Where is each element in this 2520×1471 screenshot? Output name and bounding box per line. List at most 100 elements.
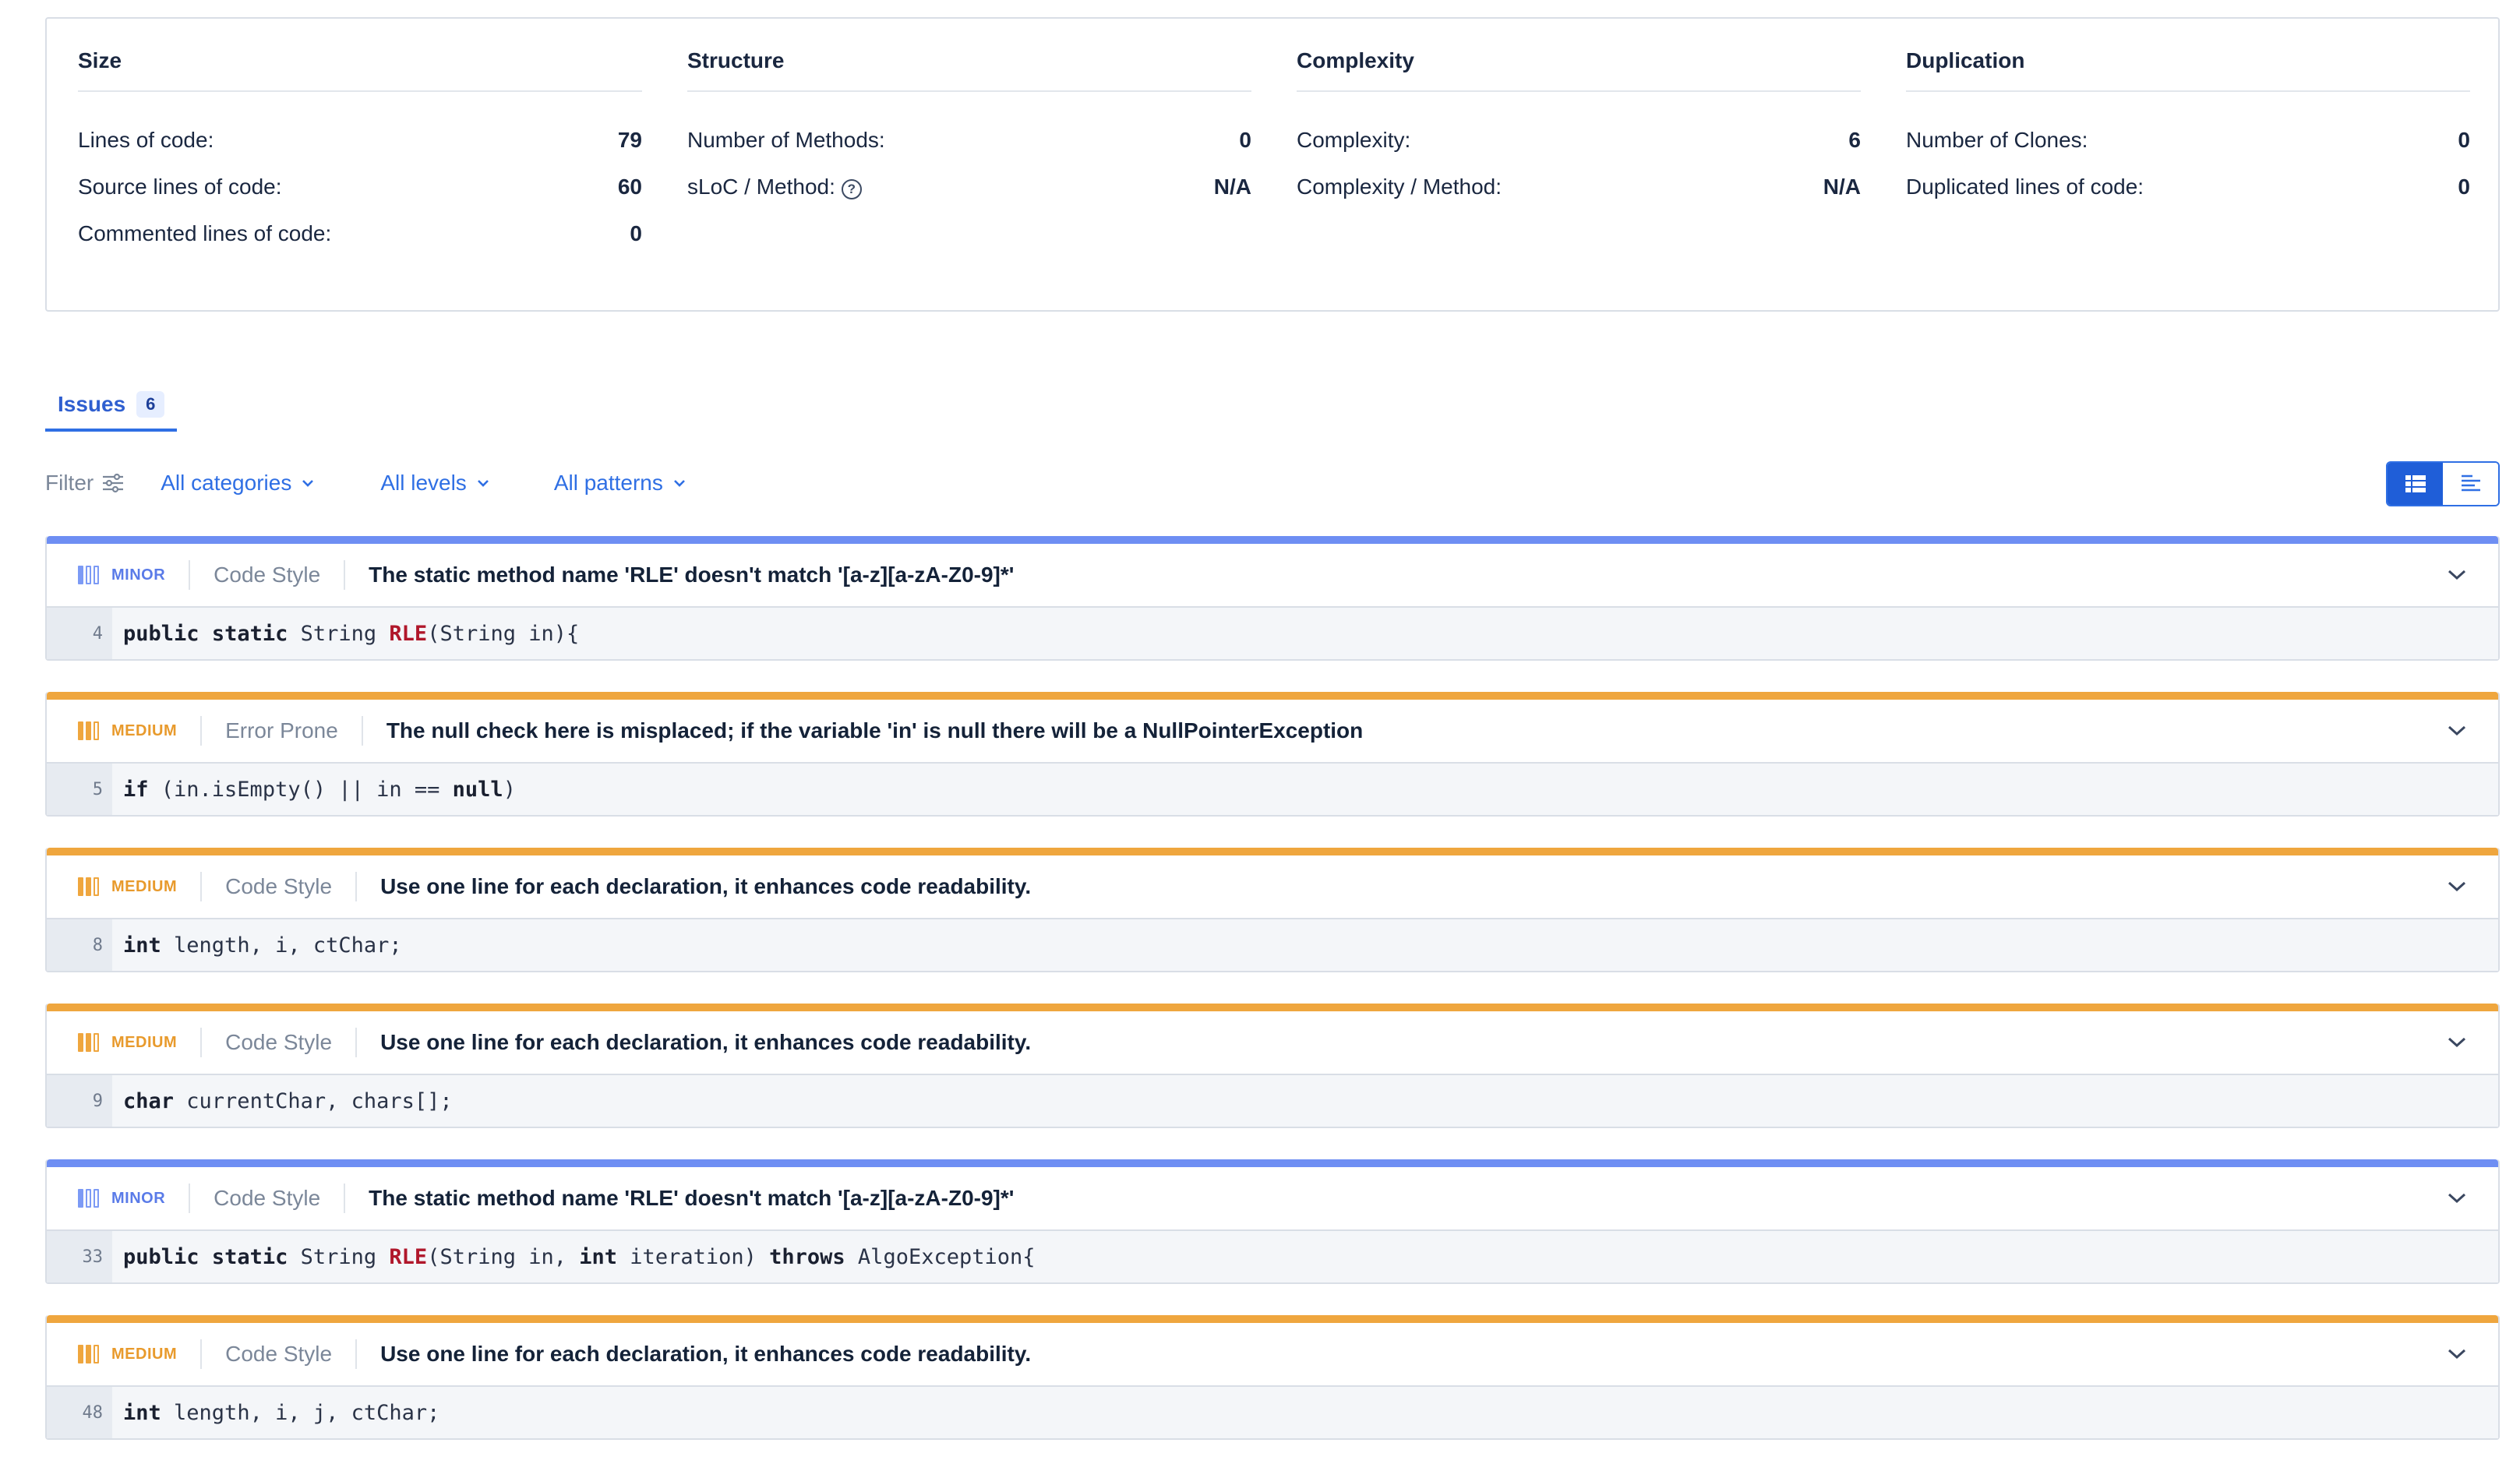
code-token: length, i, ctChar; [161,933,402,958]
issue-header[interactable]: MEDIUM Code Style Use one line for each … [47,1011,2498,1075]
code-snippet: 4 public static String RLE(String in){ [47,608,2498,659]
metric-label: Source lines of code: [78,175,282,199]
metric-label: Number of Methods: [687,128,885,152]
metric-row: Complexity / Method: N/A [1297,164,1861,210]
severity-level-icon [78,1033,99,1052]
code-token: public [123,1244,199,1269]
metric-title: Size [78,19,642,92]
chevron-down-icon[interactable] [2447,1192,2467,1205]
chevron-down-icon[interactable] [2447,1348,2467,1360]
metric-title: Complexity [1297,19,1861,92]
code-line: int length, i, j, ctChar; [112,1401,439,1425]
chevron-down-icon[interactable] [2447,1036,2467,1049]
issue-card[interactable]: MINOR Code Style The static method name … [45,1159,2500,1284]
severity-label: MEDIUM [111,877,178,895]
issue-card[interactable]: MEDIUM Error Prone The null check here i… [45,692,2500,817]
severity-bar [47,1004,2498,1011]
list-view-icon [2405,475,2426,492]
level-dropdown[interactable]: All levels [380,471,489,496]
code-token: ) [503,777,516,802]
severity-bar [47,1159,2498,1167]
code-token: int [579,1244,618,1269]
code-line: public static String RLE(String in, int … [112,1245,1036,1269]
issue-card[interactable]: MEDIUM Code Style Use one line for each … [45,1315,2500,1440]
category-dropdown[interactable]: All categories [161,471,315,496]
severity-label: MEDIUM [111,1033,178,1051]
code-token: (String in, [427,1244,580,1269]
line-number: 5 [47,764,112,815]
line-number: 8 [47,919,112,971]
issue-header[interactable]: MINOR Code Style The static method name … [47,1167,2498,1231]
dropdown-label: All levels [380,471,467,495]
list-view-button[interactable] [2388,463,2443,505]
severity-level-icon [78,566,99,584]
issue-category: Code Style [214,563,321,587]
metric-value: 79 [617,128,642,152]
filter-button[interactable]: Filter [45,471,125,496]
code-snippet: 8 int length, i, ctChar; [47,919,2498,971]
issue-header[interactable]: MEDIUM Code Style Use one line for each … [47,1323,2498,1387]
filter-label: Filter [45,471,94,495]
chevron-down-icon[interactable] [2447,569,2467,581]
metric-row: sLoC / Method:? N/A [687,164,1251,210]
issue-message: The static method name 'RLE' doesn't mat… [369,563,1015,587]
divider [355,1028,358,1057]
code-token: String [288,621,390,646]
code-line: public static String RLE(String in){ [112,622,579,646]
code-token: static [211,1244,288,1269]
issues-list: MINOR Code Style The static method name … [45,536,2500,1471]
issue-header[interactable]: MEDIUM Code Style Use one line for each … [47,855,2498,919]
metric-row: Duplicated lines of code: 0 [1906,164,2470,210]
issue-category: Code Style [225,874,333,898]
align-left-icon [2461,474,2480,492]
metric-row: Commented lines of code: 0 [78,210,642,257]
divider [200,872,203,901]
metric-title: Duplication [1906,19,2470,92]
metric-value: 0 [630,221,642,245]
code-snippet: 5 if (in.isEmpty() || in == null) [47,764,2498,815]
issue-header[interactable]: MINOR Code Style The static method name … [47,544,2498,608]
code-token: public [123,621,199,646]
metric-label: Duplicated lines of code: [1906,175,2144,199]
metric-group-size: Size Lines of code: 79 Source lines of co… [78,19,642,257]
line-number: 48 [47,1387,112,1438]
metric-group-structure: Structure Number of Methods: 0 sLoC / Met… [687,19,1251,210]
issue-message: The null check here is misplaced; if the… [386,718,1364,743]
metric-label: Complexity / Method: [1297,175,1502,199]
dropdown-label: All patterns [553,471,663,495]
code-line: char currentChar, chars[]; [112,1089,453,1113]
issue-message: Use one line for each declaration, it en… [380,874,1032,898]
issue-category: Code Style [214,1186,321,1210]
chevron-down-icon[interactable] [2447,880,2467,893]
code-token: int [123,933,161,958]
code-token: (in.isEmpty() || in == [148,777,453,802]
code-line: if (in.isEmpty() || in == null) [112,778,516,802]
help-circle-icon[interactable]: ? [841,179,862,199]
issue-header[interactable]: MEDIUM Error Prone The null check here i… [47,700,2498,764]
pattern-dropdown[interactable]: All patterns [554,471,686,496]
divider [361,716,363,746]
compact-view-button[interactable] [2443,463,2498,505]
line-number: 33 [47,1231,112,1282]
code-token: int [123,1400,161,1425]
severity-label: MEDIUM [111,721,178,739]
tab-label: Issues [58,392,126,416]
issue-card[interactable]: MEDIUM Code Style Use one line for each … [45,848,2500,972]
metric-label: Lines of code: [78,128,214,152]
metric-row: Complexity: 6 [1297,117,1861,164]
tab-issues[interactable]: Issues 6 [45,380,178,432]
code-token: char [123,1088,175,1113]
code-snippet: 33 public static String RLE(String in, i… [47,1231,2498,1282]
divider [200,1339,203,1369]
issue-card[interactable]: MINOR Code Style The static method name … [45,536,2500,661]
severity-level-icon [78,721,99,740]
severity-bar [47,536,2498,544]
severity-label: MINOR [111,1189,166,1207]
chevron-down-icon[interactable] [2447,725,2467,737]
metric-value: 60 [617,175,642,199]
issue-card[interactable]: MEDIUM Code Style Use one line for each … [45,1004,2500,1128]
metric-label: sLoC / Method: [687,175,835,199]
divider [355,872,358,901]
code-token: RLE [389,621,428,646]
issue-message: The static method name 'RLE' doesn't mat… [369,1186,1015,1210]
